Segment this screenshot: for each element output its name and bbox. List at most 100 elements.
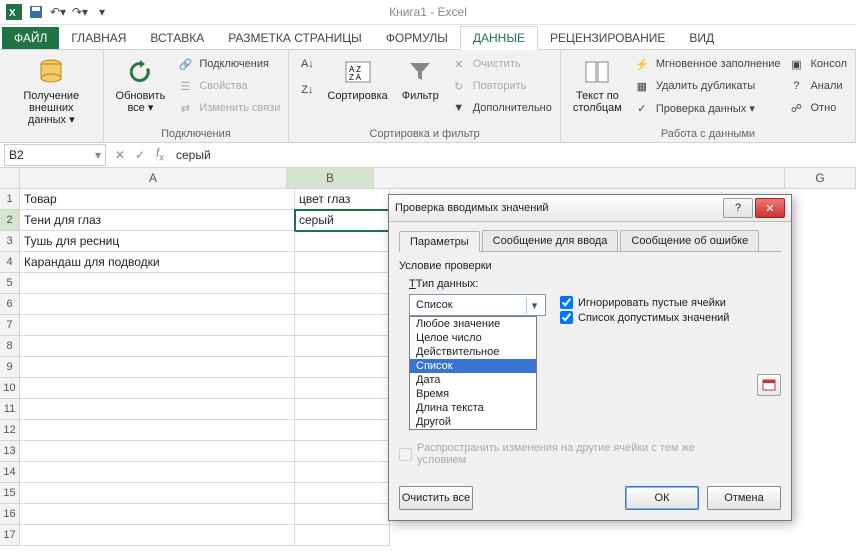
row-header[interactable]: 1 bbox=[0, 189, 20, 210]
qat-customize-icon[interactable]: ▾ bbox=[92, 2, 112, 22]
dialog-tab-error-msg[interactable]: Сообщение об ошибке bbox=[620, 230, 759, 251]
row-header[interactable]: 15 bbox=[0, 483, 20, 504]
cell[interactable] bbox=[295, 399, 390, 420]
cell[interactable]: цвет глаз bbox=[295, 189, 390, 210]
consolidate-button[interactable]: ▣Консол bbox=[786, 54, 847, 74]
dialog-tab-input-msg[interactable]: Сообщение для ввода bbox=[482, 230, 619, 251]
redo-icon[interactable]: ↷▾ bbox=[70, 2, 90, 22]
whatif-button[interactable]: ?Анали bbox=[786, 76, 847, 96]
row-header[interactable]: 7 bbox=[0, 315, 20, 336]
cell[interactable] bbox=[295, 357, 390, 378]
ignore-blank-checkbox[interactable]: Игнорировать пустые ячейки bbox=[560, 296, 781, 309]
cell[interactable] bbox=[20, 504, 295, 525]
cell[interactable] bbox=[295, 504, 390, 525]
get-external-data-button[interactable]: Получение внешних данных ▾ bbox=[8, 54, 95, 128]
select-all-corner[interactable] bbox=[0, 168, 20, 189]
formula-input[interactable]: серый bbox=[170, 148, 856, 162]
row-header[interactable]: 2 bbox=[0, 210, 20, 231]
tab-insert[interactable]: ВСТАВКА bbox=[138, 27, 216, 49]
remove-duplicates-button[interactable]: ▦Удалить дубликаты bbox=[632, 76, 781, 96]
row-header[interactable]: 17 bbox=[0, 525, 20, 546]
cancel-button[interactable]: Отмена bbox=[707, 486, 781, 510]
list-item[interactable]: Длина текста bbox=[410, 401, 536, 415]
cell[interactable] bbox=[20, 462, 295, 483]
cell[interactable] bbox=[20, 378, 295, 399]
list-item[interactable]: Действительное bbox=[410, 345, 536, 359]
cell[interactable] bbox=[295, 231, 390, 252]
cell-selected[interactable]: серый bbox=[295, 210, 390, 231]
undo-icon[interactable]: ↶▾ bbox=[48, 2, 68, 22]
cell[interactable] bbox=[295, 462, 390, 483]
text-to-columns-button[interactable]: Текст по столбцам bbox=[569, 54, 626, 116]
cell[interactable] bbox=[295, 252, 390, 273]
cell[interactable] bbox=[20, 336, 295, 357]
refresh-all-button[interactable]: Обновить все ▾ bbox=[112, 54, 170, 116]
cell[interactable] bbox=[295, 294, 390, 315]
cell[interactable] bbox=[295, 441, 390, 462]
help-button[interactable]: ? bbox=[723, 198, 753, 218]
cell[interactable] bbox=[20, 420, 295, 441]
sort-az-button[interactable]: A↓ bbox=[297, 54, 317, 74]
relationships-button[interactable]: ☍Отно bbox=[786, 98, 847, 118]
row-header[interactable]: 4 bbox=[0, 252, 20, 273]
close-button[interactable]: ✕ bbox=[755, 198, 785, 218]
cell[interactable] bbox=[295, 483, 390, 504]
cell[interactable] bbox=[20, 315, 295, 336]
row-header[interactable]: 5 bbox=[0, 273, 20, 294]
advanced-filter-button[interactable]: ▼Дополнительно bbox=[449, 98, 552, 118]
cell[interactable] bbox=[20, 525, 295, 546]
list-item-selected[interactable]: Список bbox=[410, 359, 536, 373]
fx-icon[interactable]: fx bbox=[150, 146, 170, 163]
cell[interactable]: Карандаш для подводки bbox=[20, 252, 295, 273]
data-validation-button[interactable]: ✓Проверка данных ▾ bbox=[632, 98, 781, 118]
list-item[interactable]: Время bbox=[410, 387, 536, 401]
sort-za-button[interactable]: Z↓ bbox=[297, 80, 317, 100]
list-item[interactable]: Любое значение bbox=[410, 317, 536, 331]
type-combo[interactable]: Список▾ bbox=[409, 294, 546, 316]
tab-formulas[interactable]: ФОРМУЛЫ bbox=[374, 27, 460, 49]
row-header[interactable]: 12 bbox=[0, 420, 20, 441]
tab-home[interactable]: ГЛАВНАЯ bbox=[59, 27, 138, 49]
row-header[interactable]: 8 bbox=[0, 336, 20, 357]
column-header[interactable]: A bbox=[20, 168, 287, 189]
cell[interactable] bbox=[295, 525, 390, 546]
name-box[interactable]: B2▾ bbox=[4, 144, 106, 166]
sort-button[interactable]: A ZZ AСортировка bbox=[323, 54, 391, 104]
chevron-down-icon[interactable]: ▾ bbox=[95, 148, 101, 162]
row-header[interactable]: 14 bbox=[0, 462, 20, 483]
range-picker-button[interactable] bbox=[757, 374, 781, 396]
dialog-tab-params[interactable]: Параметры bbox=[399, 231, 480, 252]
cell[interactable] bbox=[20, 399, 295, 420]
type-listbox[interactable]: Любое значение Целое число Действительно… bbox=[409, 316, 537, 430]
tab-file[interactable]: ФАЙЛ bbox=[2, 27, 59, 49]
row-header[interactable]: 6 bbox=[0, 294, 20, 315]
cell[interactable] bbox=[20, 294, 295, 315]
cell[interactable] bbox=[295, 378, 390, 399]
tab-view[interactable]: ВИД bbox=[677, 27, 726, 49]
list-item[interactable]: Дата bbox=[410, 373, 536, 387]
row-header[interactable]: 13 bbox=[0, 441, 20, 462]
ok-button[interactable]: ОК bbox=[625, 486, 699, 510]
clear-all-button[interactable]: Очистить все bbox=[399, 486, 473, 510]
cell[interactable] bbox=[295, 420, 390, 441]
row-header[interactable]: 11 bbox=[0, 399, 20, 420]
cell[interactable] bbox=[295, 315, 390, 336]
cell[interactable] bbox=[295, 336, 390, 357]
column-header[interactable]: G bbox=[785, 168, 856, 189]
list-item[interactable]: Другой bbox=[410, 415, 536, 429]
cell[interactable]: Товар bbox=[20, 189, 295, 210]
cell[interactable] bbox=[20, 441, 295, 462]
tab-layout[interactable]: РАЗМЕТКА СТРАНИЦЫ bbox=[216, 27, 374, 49]
row-header[interactable]: 10 bbox=[0, 378, 20, 399]
row-header[interactable]: 16 bbox=[0, 504, 20, 525]
tab-data[interactable]: ДАННЫЕ bbox=[460, 26, 538, 50]
in-cell-dropdown-checkbox[interactable]: Список допустимых значений bbox=[560, 311, 781, 324]
filter-button[interactable]: Фильтр bbox=[398, 54, 443, 104]
connections-button[interactable]: 🔗Подключения bbox=[175, 54, 280, 74]
column-header[interactable]: B bbox=[287, 168, 374, 189]
list-item[interactable]: Целое число bbox=[410, 331, 536, 345]
cell[interactable] bbox=[20, 483, 295, 504]
cell[interactable] bbox=[20, 273, 295, 294]
row-header[interactable]: 3 bbox=[0, 231, 20, 252]
cell[interactable] bbox=[20, 357, 295, 378]
